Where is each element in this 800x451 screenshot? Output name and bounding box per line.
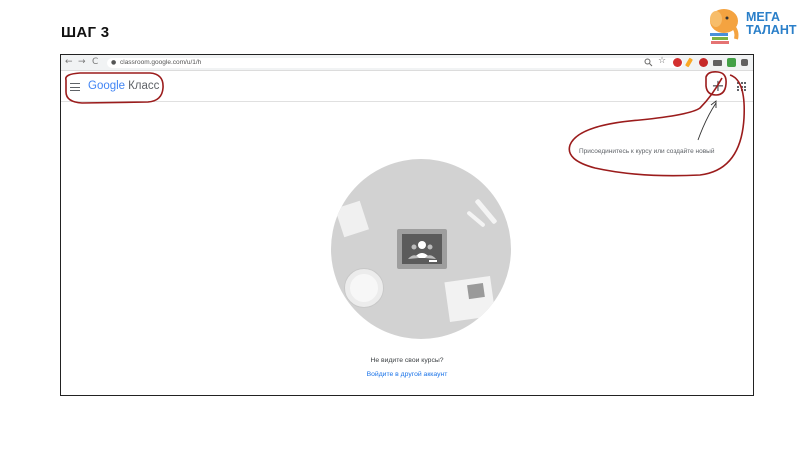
slide-title: ШАГ 3 (61, 24, 110, 41)
classroom-board-icon (397, 229, 447, 269)
logo-line-2: ТАЛАНТ (746, 23, 797, 37)
empty-state-illustration (331, 159, 511, 339)
notebook-shape (444, 275, 496, 323)
paper-shape (335, 200, 369, 238)
extension-mail-icon[interactable] (713, 60, 722, 66)
no-courses-message: Не видите свои курсы? (370, 357, 444, 364)
elephant-logo-icon (710, 9, 739, 44)
megatalant-logo: МЕГА ТАЛАНТ (706, 5, 797, 47)
google-classroom-logo[interactable]: Google Класс (88, 79, 159, 93)
app-header: Google Класс + (61, 72, 753, 102)
logo-line-1: МЕГА (746, 10, 781, 24)
browser-toolbar: ← → C ● classroom.google.com/u/1/h ☆ ⋮ (61, 55, 753, 71)
apps-grid-icon[interactable] (737, 82, 746, 91)
star-icon[interactable]: ☆ (658, 56, 666, 66)
create-join-hint: Присоединитесь к курсу или создайте новы… (579, 148, 715, 155)
brand-google: Google (88, 80, 126, 92)
extension-green-icon[interactable] (727, 58, 736, 67)
extension-adblock-icon[interactable] (699, 58, 708, 67)
pencil-shape-2 (466, 210, 486, 228)
extension-puzzle-icon[interactable] (741, 59, 748, 66)
screenshot-frame: ← → C ● classroom.google.com/u/1/h ☆ ⋮ G… (60, 54, 754, 396)
hamburger-icon[interactable] (70, 83, 80, 91)
reload-icon[interactable]: C (92, 57, 98, 68)
create-or-join-class-button[interactable]: + (711, 78, 725, 94)
forward-icon[interactable]: → (78, 57, 86, 68)
url-text[interactable]: classroom.google.com/u/1/h (120, 58, 201, 68)
brand-product: Класс (128, 80, 160, 92)
back-icon[interactable]: ← (65, 57, 73, 68)
lock-icon: ● (111, 59, 117, 66)
zoom-icon[interactable] (644, 58, 653, 67)
coffee-mug-shape (345, 269, 383, 307)
extension-pencil-icon[interactable] (685, 57, 693, 68)
extension-opera-icon[interactable] (673, 58, 682, 67)
address-bar[interactable]: ● classroom.google.com/u/1/h (107, 58, 683, 68)
switch-account-link[interactable]: Войдите в другой аккаунт (61, 371, 753, 378)
